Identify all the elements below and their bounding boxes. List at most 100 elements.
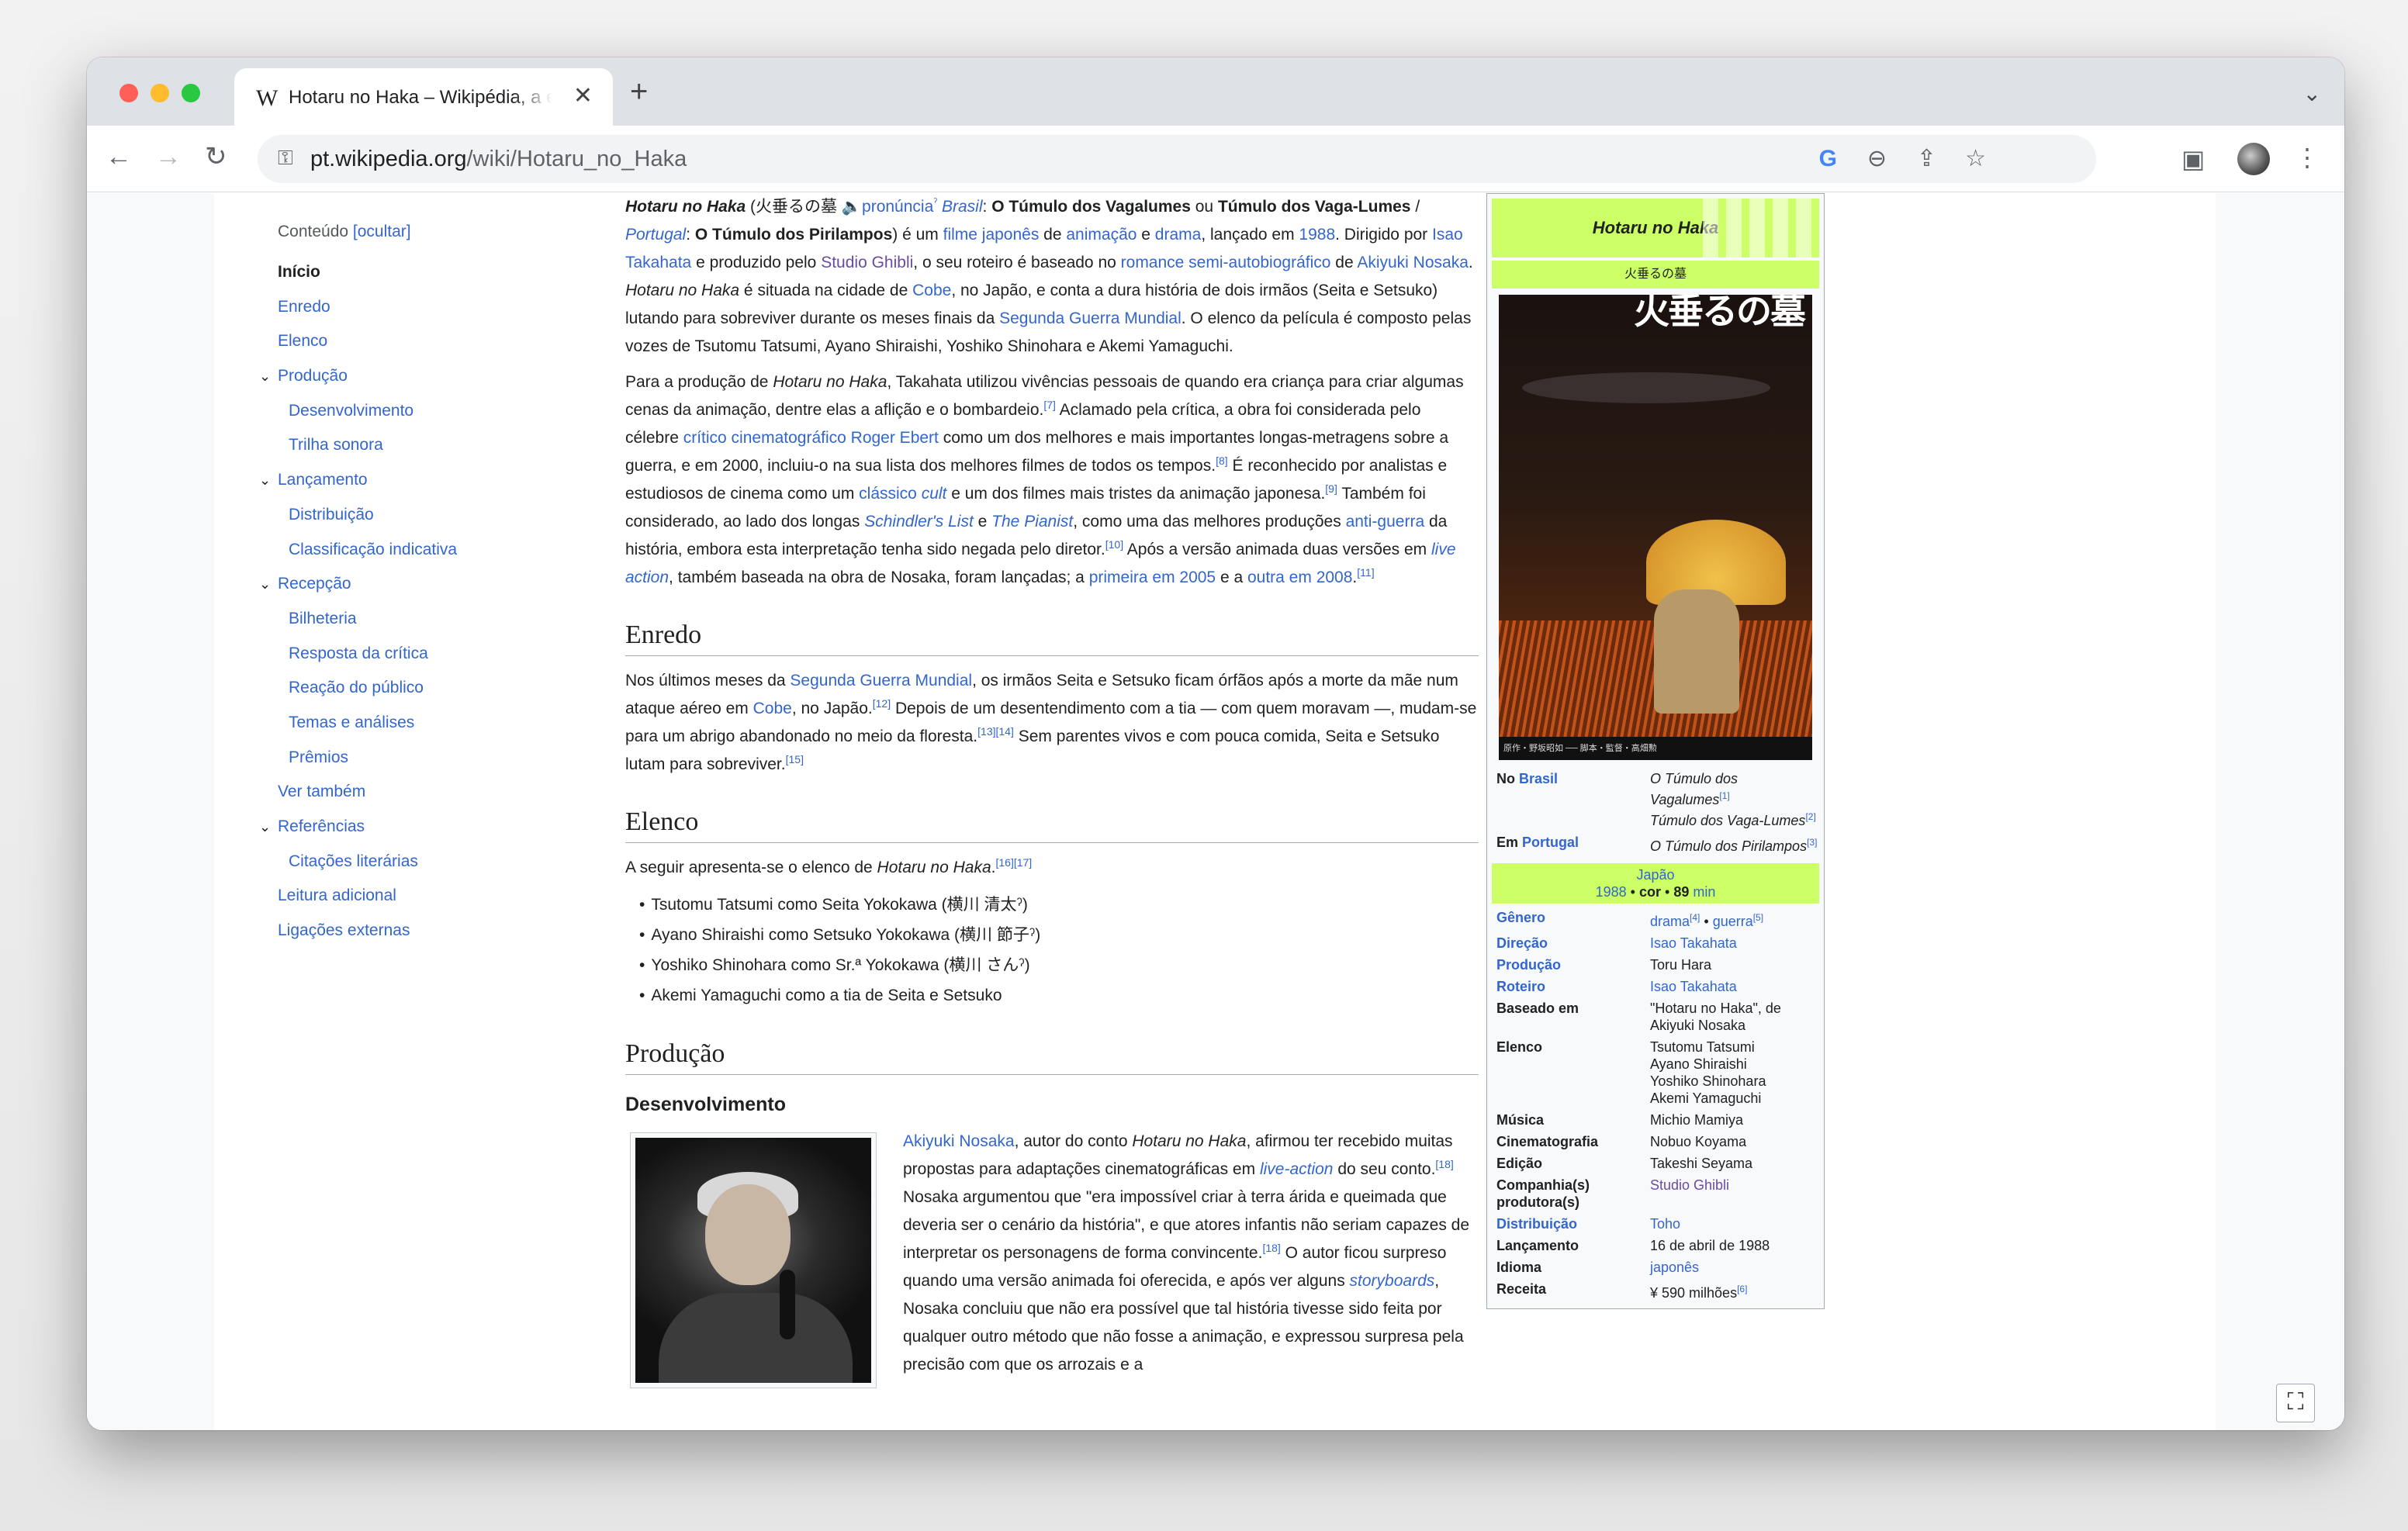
toc-item[interactable]: Bilheteria (278, 602, 580, 637)
schindler-link[interactable]: Schindler's List (864, 513, 974, 530)
infobox-value-link[interactable]: drama (1650, 914, 1690, 929)
pronuncia-link[interactable]: pronúncia (862, 198, 933, 216)
infobox-value-link[interactable]: Isao Takahata (1650, 979, 1737, 994)
chevron-down-icon[interactable]: ⌄ (259, 463, 271, 498)
country-link[interactable]: Portugal (1522, 835, 1579, 850)
zoom-icon[interactable]: ⊖ (1867, 144, 1887, 174)
war-link[interactable]: Segunda Guerra Mundial (999, 309, 1182, 327)
infobox-value-link[interactable]: japonês (1650, 1260, 1699, 1275)
live-action-link[interactable]: live-action (1260, 1160, 1334, 1178)
new-tab-button[interactable]: + (630, 76, 648, 107)
ref[interactable]: [2] (1805, 811, 1815, 822)
tab-search-chevron-icon[interactable]: ⌄ (2303, 81, 2321, 106)
infobox-value-link[interactable]: Toho (1650, 1216, 1680, 1232)
bookmark-star-icon[interactable]: ☆ (1965, 144, 1986, 174)
animacao-link[interactable]: animação (1066, 226, 1137, 244)
share-icon[interactable]: ⇪ (1917, 144, 1936, 174)
infobox-value-link[interactable]: Isao Takahata (1650, 935, 1737, 951)
brasil-link[interactable]: Brasil (942, 198, 983, 216)
ref-7[interactable]: [7] (1043, 399, 1056, 411)
toc-item[interactable]: Classificação indicativa (278, 533, 580, 568)
toc-item[interactable]: Enredo (278, 290, 580, 325)
ref[interactable]: [3] (1807, 837, 1817, 848)
storyboards-link[interactable]: storyboards (1350, 1272, 1435, 1290)
ref-15[interactable]: [15] (786, 753, 804, 766)
ref-10[interactable]: [10] (1105, 538, 1123, 551)
primeira-link[interactable]: primeira em 2005 (1089, 569, 1216, 586)
toc-item[interactable]: Reação do público (278, 671, 580, 706)
toc-item[interactable]: Leitura adicional (278, 879, 580, 914)
studio-ghibli-link[interactable]: Studio Ghibli (821, 254, 913, 271)
ref[interactable]: [1] (1719, 790, 1729, 801)
toc-item[interactable]: Desenvolvimento (278, 394, 580, 429)
classico-link[interactable]: clássico (859, 485, 917, 503)
toc-item[interactable]: ⌄ Produção (259, 359, 580, 394)
ref[interactable]: [4] (1690, 912, 1700, 923)
toc-item[interactable]: Temas e análises (278, 706, 580, 741)
ref-8[interactable]: [8] (1216, 454, 1228, 467)
toc-item[interactable]: Prêmios (278, 741, 580, 776)
ref[interactable]: [5] (1753, 912, 1763, 923)
antiguerra-link[interactable]: anti-guerra (1346, 513, 1425, 530)
cobe-link[interactable]: Cobe (753, 700, 792, 717)
chevron-down-icon[interactable]: ⌄ (259, 359, 271, 394)
takahata-photo-thumbnail[interactable] (630, 1132, 877, 1388)
min-link[interactable]: min (1693, 884, 1715, 900)
country-link[interactable]: Brasil (1519, 771, 1558, 786)
ref-18[interactable]: [18] (1435, 1158, 1453, 1170)
critico-link[interactable]: crítico cinematográfico (683, 429, 846, 447)
back-button[interactable]: ← (106, 141, 132, 172)
cobe-link[interactable]: Cobe (912, 282, 951, 299)
toc-item[interactable]: Ligações externas (278, 914, 580, 949)
war-link[interactable]: Segunda Guerra Mundial (790, 672, 972, 689)
toc-item[interactable]: Trilha sonora (278, 428, 580, 463)
romance-link[interactable]: romance semi-autobiográfico (1121, 254, 1331, 271)
ebert-link[interactable]: Roger Ebert (851, 429, 939, 447)
toc-item[interactable]: ⌄ Recepção (259, 567, 580, 602)
toc-item[interactable]: Resposta da crítica (278, 637, 580, 672)
reload-button[interactable]: ↻ (205, 141, 227, 172)
ref[interactable]: [6] (1737, 1284, 1747, 1294)
infobox-label-link[interactable]: Roteiro (1496, 979, 1545, 994)
infobox-value-link[interactable]: guerra (1713, 914, 1753, 929)
ref-9[interactable]: [9] (1325, 482, 1337, 495)
ref-11[interactable]: [11] (1357, 566, 1374, 579)
toc-item[interactable]: ⌄ Lançamento (259, 463, 580, 498)
toc-item[interactable]: Início (278, 255, 580, 290)
film-poster[interactable]: 火垂るの墓 原作・野坂昭如 ── 脚本・監督・高畑勲 (1499, 295, 1812, 760)
tab-close-icon[interactable]: ✕ (573, 82, 593, 109)
author-link[interactable]: Akiyuki Nosaka (1357, 254, 1469, 271)
author-link[interactable]: Akiyuki Nosaka (903, 1132, 1015, 1150)
close-window-button[interactable] (119, 84, 138, 102)
filme-japones-link[interactable]: filme japonês (943, 226, 1040, 244)
toc-item[interactable]: Citações literárias (278, 845, 580, 880)
portugal-link[interactable]: Portugal (625, 226, 686, 244)
infobox-label-link[interactable]: Direção (1496, 935, 1548, 951)
profile-avatar[interactable] (2237, 143, 2270, 175)
tab-active[interactable]: W Hotaru no Haka – Wikipédia, a enciclop… (234, 68, 613, 126)
toc-item[interactable]: Ver também (278, 775, 580, 810)
browser-menu-icon[interactable]: ⋮ (2295, 143, 2320, 172)
drama-link[interactable]: drama (1155, 226, 1202, 244)
ref-16-17[interactable]: [16][17] (995, 856, 1032, 869)
ref-18[interactable]: [18] (1262, 1242, 1280, 1254)
maximize-window-button[interactable] (182, 84, 200, 102)
fullscreen-expand-button[interactable]: ⛶ (2276, 1384, 2315, 1422)
minimize-window-button[interactable] (150, 84, 169, 102)
infobox-label-link[interactable]: Produção (1496, 957, 1561, 973)
infobox-value-link[interactable]: Studio Ghibli (1650, 1177, 1729, 1193)
speaker-icon[interactable]: 🔈 (842, 198, 862, 216)
pianist-link[interactable]: The Pianist (991, 513, 1073, 530)
toc-item[interactable]: Distribuição (278, 498, 580, 533)
cult-link[interactable]: cult (922, 485, 947, 503)
side-panel-icon[interactable]: ▣ (2181, 144, 2205, 174)
chevron-down-icon[interactable]: ⌄ (259, 567, 271, 602)
address-bar[interactable]: ⚿ pt.wikipedia.org/wiki/Hotaru_no_Haka G… (258, 135, 2096, 183)
url-text[interactable]: pt.wikipedia.org/wiki/Hotaru_no_Haka (310, 147, 687, 172)
infobox-label-link[interactable]: Distribuição (1496, 1216, 1577, 1232)
toc-hide-link[interactable]: [ocultar] (353, 223, 411, 240)
year-link[interactable]: 1988 (1299, 226, 1335, 244)
outra-link[interactable]: outra em 2008 (1247, 569, 1352, 586)
toc-item[interactable]: Elenco (278, 324, 580, 359)
year-link[interactable]: 1988 (1596, 884, 1627, 900)
